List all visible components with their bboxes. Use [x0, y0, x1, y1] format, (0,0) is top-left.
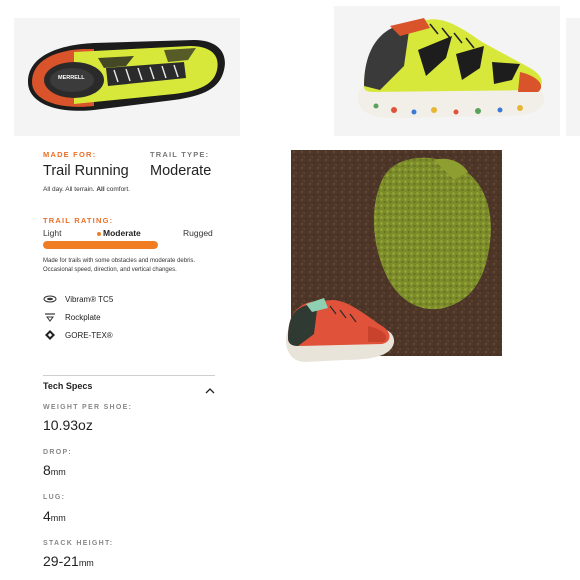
spec-drop-number: 8	[43, 462, 51, 478]
spec-drop-unit: mm	[50, 467, 66, 477]
made-for-value: Trail Running	[43, 163, 129, 179]
trail-rating-description-line2: Occasional speed, direction, and vertica…	[43, 267, 177, 273]
rating-selected-dot-icon	[97, 231, 101, 236]
spec-stack-height-label: STACK HEIGHT:	[43, 540, 114, 547]
spec-lug-value: 4mm	[43, 508, 66, 524]
merrell-logo: MERRELL	[58, 75, 85, 81]
description-bold: All	[96, 186, 105, 193]
trail-rating-description-line1: Made for trails with some obstacles and …	[43, 258, 196, 264]
shoe-side-view-illustration	[334, 6, 560, 136]
spec-weight-label: WEIGHT PER SHOE:	[43, 404, 133, 411]
rating-level-rugged: Rugged	[183, 228, 213, 238]
spec-weight-value: 10.93oz	[43, 417, 93, 433]
shoe-top-view-illustration: MERRELL	[14, 18, 240, 136]
feature-rockplate: Rockplate	[43, 312, 101, 322]
trail-rating-bar	[43, 241, 158, 249]
spec-lug-unit: mm	[50, 513, 66, 523]
feature-gore-tex-label: GORE-TEX®	[65, 330, 113, 340]
chevron-up-icon[interactable]	[205, 382, 215, 400]
trail-rating-bar-fill	[43, 241, 158, 249]
feature-rockplate-label: Rockplate	[65, 312, 101, 322]
tech-specs-divider	[43, 375, 215, 376]
rockplate-icon	[43, 312, 57, 322]
tech-specs-title: Tech Specs	[43, 381, 93, 391]
rating-level-light: Light	[43, 228, 62, 238]
made-for-description: All day. All terrain. All comfort.	[43, 186, 130, 193]
product-image-side-view[interactable]	[334, 6, 560, 136]
made-for-label: MADE FOR:	[43, 150, 97, 159]
spec-stack-height-number: 29-21	[43, 553, 79, 569]
spec-lug-label: LUG:	[43, 494, 66, 501]
spec-stack-height-value: 29-21mm	[43, 553, 94, 569]
lifestyle-image-shoe-on-soil[interactable]	[284, 150, 502, 372]
description-text-end: comfort.	[104, 186, 130, 193]
trail-type-label: TRAIL TYPE:	[150, 150, 210, 159]
feature-vibram: Vibram® TC5	[43, 294, 113, 304]
carousel-next-image-edge[interactable]	[566, 18, 580, 136]
trail-type-value: Moderate	[150, 163, 212, 179]
tech-specs-header[interactable]: Tech Specs	[43, 380, 215, 394]
product-image-top-view[interactable]: MERRELL	[14, 18, 240, 136]
gore-tex-diamond-icon	[43, 330, 57, 340]
rating-level-moderate: Moderate	[97, 228, 141, 238]
description-text: All day. All terrain.	[43, 186, 97, 193]
trail-rating-scale: Light Moderate Rugged	[43, 228, 215, 240]
spec-drop-value: 8mm	[43, 462, 66, 478]
feature-gore-tex: GORE-TEX®	[43, 330, 113, 340]
trail-rating-description: Made for trails with some obstacles and …	[43, 257, 195, 275]
spec-drop-label: DROP:	[43, 449, 73, 456]
trail-rating-label: TRAIL RATING:	[43, 216, 114, 225]
spec-stack-height-unit: mm	[78, 558, 94, 568]
soil-moss-scene	[286, 150, 502, 362]
spec-weight-number: 10.93oz	[43, 417, 93, 433]
vibram-sole-icon	[43, 294, 57, 304]
feature-vibram-label: Vibram® TC5	[65, 294, 114, 304]
spec-lug-number: 4	[43, 508, 51, 524]
rating-level-moderate-text: Moderate	[103, 228, 141, 238]
